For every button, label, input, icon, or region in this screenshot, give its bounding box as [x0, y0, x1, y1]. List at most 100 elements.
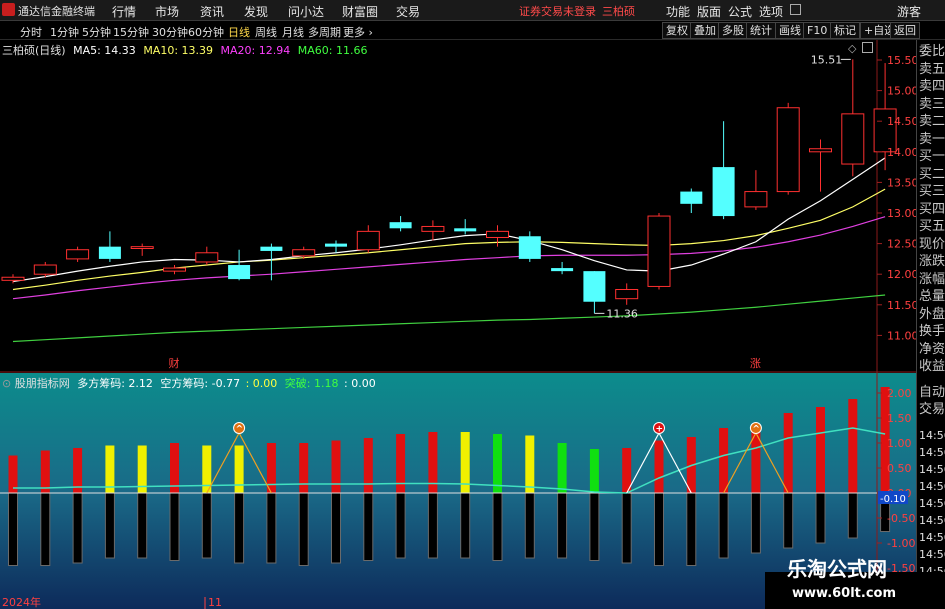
auto-trade-label[interactable]: 自动 [919, 385, 945, 400]
buy-signal-icon-glyph: ^ [236, 425, 244, 435]
bear-bar [266, 492, 277, 564]
bull-bar [783, 413, 793, 493]
y-tick-label: 12.50 [887, 238, 916, 251]
candle-body [680, 191, 703, 204]
kline-chart-area[interactable]: 15.5111.36财涨 ^ + ^2024年 11 15.5015.0014.501… [0, 40, 916, 609]
period-multi[interactable]: 多周期 [308, 24, 341, 40]
high-annotation: 15.51 [811, 53, 843, 66]
main-chart-legend: 三柏硕(日线) MA5: 14.33 MA10: 13.39 MA20: 12.… [2, 42, 367, 58]
bear-bar [40, 492, 51, 566]
bear-bar [331, 492, 341, 564]
quote-field-label: 涨跌 [919, 254, 945, 269]
quote-field-label: 总量 [919, 289, 945, 304]
breakout-label: 突破: 1.18 [284, 377, 339, 390]
menu-faxian[interactable]: 发现 [244, 3, 268, 20]
candle-body [33, 264, 57, 275]
diejia-button[interactable]: 叠加 [690, 22, 720, 39]
period-more[interactable]: 更多 › [343, 24, 373, 40]
period-daily[interactable]: 日线 [228, 24, 250, 40]
candle-body [454, 228, 477, 232]
candle-body [421, 225, 445, 232]
candle-body [744, 191, 768, 208]
ma20-label: MA20: 12.94 [220, 44, 291, 57]
marker-cai: 财 [169, 356, 180, 370]
y-tick-label: 14.00 [887, 146, 916, 159]
x-label-year: 2024年 [2, 595, 41, 609]
menu-shichang[interactable]: 市场 [155, 3, 179, 20]
sub-y-tick-label: -0.50 [887, 512, 915, 525]
current-value-label: -0.10 [880, 494, 906, 505]
bull-bar [266, 443, 276, 493]
trade-time: 14:56 [919, 463, 945, 476]
sub-y-tick-label: 2.00 [887, 387, 912, 400]
menu-gongshi[interactable]: 公式 [728, 3, 752, 20]
menu-wenxiaoda[interactable]: 问小达 [288, 3, 324, 20]
f10-button[interactable]: F10 [803, 22, 832, 39]
bear-bar [427, 492, 438, 559]
menu-xuanxiang[interactable]: 选项 [759, 3, 783, 20]
bull-bar [105, 445, 115, 493]
auto-trade-label[interactable]: 交易 [919, 402, 945, 417]
period-weekly[interactable]: 周线 [255, 24, 277, 40]
chevron-right-icon: › [365, 26, 373, 39]
bull-bar [234, 445, 244, 493]
period-monthly[interactable]: 月线 [282, 24, 304, 40]
period-30min[interactable]: 30分钟 [152, 24, 188, 40]
quote-field-label: 卖四 [919, 79, 945, 94]
sub-y-tick-label: -1.00 [887, 537, 915, 550]
login-warning[interactable]: 证券交易未登录 三柏硕 [519, 3, 635, 19]
menu-gongneng[interactable]: 功能 [666, 3, 690, 20]
period-5min[interactable]: 5分钟 [82, 24, 111, 40]
bear-bar [654, 492, 664, 566]
huaxian-button[interactable]: 画线 [775, 22, 805, 39]
candle-body [1, 276, 25, 281]
period-60min[interactable]: 60分钟 [188, 24, 224, 40]
sub-y-tick-label: 0.50 [887, 462, 912, 475]
fuquan-button[interactable]: 复权 [662, 22, 692, 39]
settings-icon[interactable]: ⊙ [2, 377, 11, 390]
candle-body [551, 268, 574, 272]
y-tick-label: 11.50 [887, 299, 916, 312]
tongji-button[interactable]: 统计 [746, 22, 776, 39]
period-15min[interactable]: 15分钟 [113, 24, 149, 40]
quote-field-label: 外盘 [919, 306, 945, 322]
bear-bar [169, 492, 180, 561]
quote-field-label: 卖二 [919, 114, 945, 129]
bear-bar [718, 492, 729, 559]
candle-body [583, 271, 606, 302]
bear-bar [492, 492, 503, 561]
maximize-icon[interactable] [862, 42, 873, 53]
quote-field-label: 买五 [919, 219, 945, 234]
minimize-icon[interactable] [790, 4, 801, 15]
bull-chip-label: 多方筹码: 2.12 [77, 377, 153, 390]
menu-zixun[interactable]: 资讯 [200, 3, 224, 20]
x-label-month: 11 [208, 596, 222, 609]
biaoji-button[interactable]: 标记 [830, 22, 860, 39]
period-1min[interactable]: 1分钟 [50, 24, 79, 40]
indicator-name[interactable]: 股朋指标网 [15, 377, 70, 390]
bear-bar [750, 492, 761, 554]
bear-bar [815, 492, 826, 544]
menu-jiaoyi[interactable]: 交易 [396, 3, 420, 20]
top-menu-bar: 通达信金融终端 行情 市场 资讯 发现 问小达 财富圈 交易 证券交易未登录 三柏… [0, 0, 945, 21]
bull-bar [848, 399, 858, 493]
y-tick-label: 15.50 [887, 54, 916, 67]
menu-caifuquan[interactable]: 财富圈 [342, 3, 378, 20]
menu-banmian[interactable]: 版面 [697, 3, 721, 20]
back-button[interactable]: 返回 [890, 22, 920, 39]
stock-name-top: 三柏硕 [602, 5, 635, 18]
candle-body [712, 167, 735, 217]
quote-field-label: 买一 [919, 149, 945, 164]
period-fenshi[interactable]: 分时 [20, 24, 42, 40]
guest-label[interactable]: 游客 [897, 3, 921, 20]
duogu-button[interactable]: 多股 [718, 22, 748, 39]
marker-zhang: 涨 [750, 357, 761, 370]
candle-body [195, 252, 219, 263]
y-tick-label: 12.00 [887, 268, 916, 281]
bear-bar [847, 492, 858, 539]
quote-field-label: 买二 [919, 166, 945, 182]
menu-hangqing[interactable]: 行情 [112, 3, 136, 20]
main-chart: 15.51 11.36 财 涨 [1, 53, 897, 370]
trade-time: 14:56 [919, 429, 945, 442]
diamond-icon[interactable]: ◇ [848, 42, 856, 55]
